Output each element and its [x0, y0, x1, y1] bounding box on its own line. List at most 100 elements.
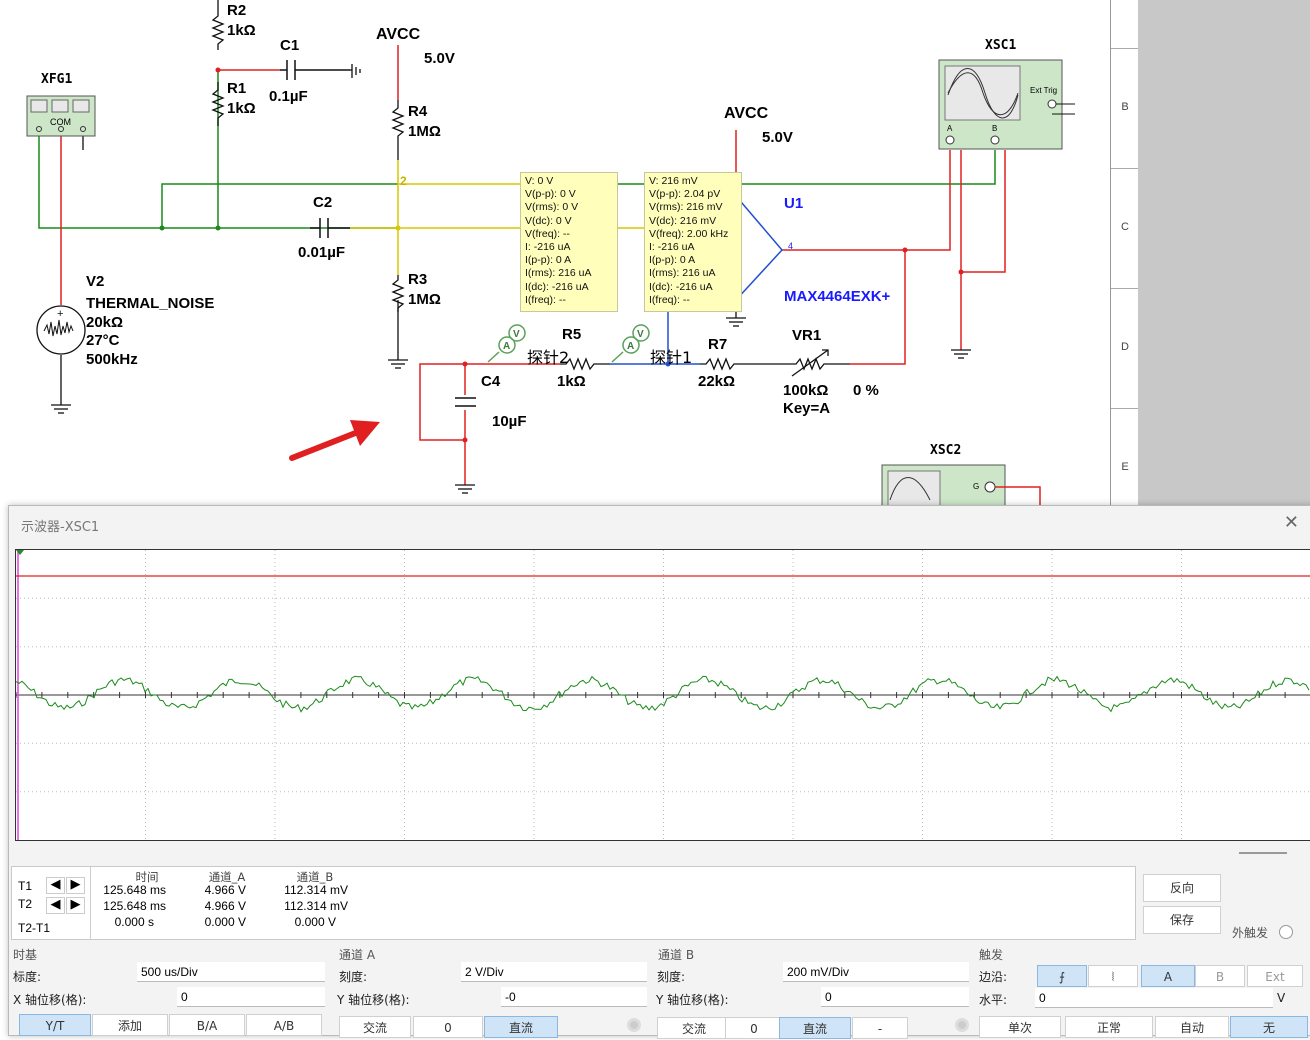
channel-b-minus-button[interactable]: - [852, 1017, 908, 1039]
scope-display[interactable] [15, 549, 1310, 841]
trigger-edge-label: 边沿: [979, 970, 1008, 984]
probe-2-readout-line: I(freq): -- [525, 293, 566, 306]
probe-1-readout-line: V(freq): 2.00 kHz [649, 227, 729, 240]
t1-channel-a: 4.966 V [204, 883, 246, 897]
probe-2-readout-line: I: -216 uA [525, 241, 571, 254]
r5-value: 1kΩ [557, 373, 586, 390]
channel-a-y-position-field[interactable]: -0 [501, 987, 647, 1007]
xsc1-a-label: A [947, 124, 953, 133]
channel-a-scale-field[interactable]: 2 V/Div [461, 962, 647, 982]
channel-b-title: 通道 B [658, 948, 695, 962]
oscilloscope-xsc2-icon [881, 464, 1041, 510]
u1-pin-4: 4 [788, 241, 794, 251]
probe-1-readout-line: I: -216 uA [649, 241, 695, 254]
c1-name: C1 [280, 37, 300, 54]
channel-b-y-position-field[interactable]: 0 [821, 987, 969, 1007]
probe-2-readout-line: I(rms): 216 uA [525, 267, 592, 280]
channel-b-y-position-label: Y 轴位移(格): [656, 993, 729, 1007]
t2-left-arrow-icon[interactable]: ◀ [46, 897, 65, 914]
x-position-field[interactable]: 0 [177, 987, 325, 1007]
trigger-level-label: 水平: [979, 993, 1008, 1007]
trigger-normal-button[interactable]: 正常 [1065, 1016, 1153, 1038]
oscilloscope-xsc1-icon [938, 59, 1075, 150]
v2-resistance: 20kΩ [86, 314, 124, 331]
t2-t1-time: 0.000 s [114, 915, 154, 929]
probe-2-label: 探针2 [527, 348, 570, 367]
close-icon[interactable]: ✕ [1284, 512, 1299, 533]
trigger-none-button[interactable]: 无 [1230, 1016, 1308, 1038]
probe-1-readout-line: I(rms): 216 uA [649, 267, 716, 280]
probe-1-label: 探针1 [650, 348, 693, 367]
sheet-border-ruler: B C D E [1110, 0, 1139, 510]
probe-2-readout-line: V(rms): 0 V [525, 201, 579, 214]
probe-1-readout-line: V(p-p): 2.04 pV [649, 188, 721, 201]
probe-2-readout: V: 0 V V(p-p): 0 V V(rms): 0 V V(dc): 0 V V(… [520, 172, 618, 312]
scope-scrollbar[interactable] [1239, 852, 1287, 854]
svg-text:A: A [503, 341, 510, 352]
rising-edge-icon[interactable]: ⨍ [1037, 965, 1087, 987]
channel-a-color-indicator [627, 1018, 641, 1032]
avcc1-value: 5.0V [424, 50, 455, 67]
channel-a-dc-button[interactable]: 直流 [484, 1016, 558, 1038]
t1-time: 125.648 ms [103, 883, 166, 897]
t2-t1-channel-b: 0.000 V [294, 915, 336, 929]
c1-value: 0.1µF [269, 88, 308, 105]
probe-2-readout-line: V(dc): 0 V [525, 214, 572, 227]
ruler-label-d: D [1121, 341, 1129, 353]
probe-2-readout-line: V(p-p): 0 V [525, 188, 576, 201]
schematic-canvas[interactable]: + A V A V R2 1kΩ C1 0.1µF R1 1kΩ AVCC 5.… [0, 0, 1310, 510]
oscilloscope-window[interactable]: 示波器-XSC1 ✕ 时间 通道_A 通道_B T1 ◀ ▶ 125.648 m… [8, 505, 1310, 1039]
channel-a-ac-button[interactable]: 交流 [339, 1016, 411, 1038]
probe-1-readout-line: I(p-p): 0 A [649, 254, 696, 267]
t2-right-arrow-icon[interactable]: ▶ [66, 897, 85, 914]
r1-value: 1kΩ [227, 100, 256, 117]
trigger-auto-button[interactable]: 自动 [1155, 1016, 1229, 1038]
mode-add-button[interactable]: 添加 [92, 1014, 168, 1036]
mode-ab-button[interactable]: A/B [246, 1014, 322, 1036]
mode-yt-button[interactable]: Y/T [19, 1014, 91, 1036]
xfg1-name: XFG1 [41, 72, 73, 87]
falling-edge-icon[interactable]: ⦚ [1088, 965, 1138, 987]
u1-name: U1 [784, 195, 804, 212]
reverse-button[interactable]: 反向 [1143, 874, 1221, 902]
t1-left-arrow-icon[interactable]: ◀ [46, 877, 65, 894]
cursor-readout-panel: 时间 通道_A 通道_B T1 ◀ ▶ 125.648 ms 4.966 V 1… [11, 866, 1136, 940]
channel-b-scale-field[interactable]: 200 mV/Div [783, 962, 969, 982]
ext-trigger-radio[interactable] [1279, 925, 1293, 939]
node-2-label: 2 [400, 174, 407, 188]
channel-b-trace [15, 675, 1310, 713]
scope-titlebar[interactable]: 示波器-XSC1 ✕ [9, 506, 1310, 542]
workspace-background [1138, 0, 1310, 510]
save-button[interactable]: 保存 [1143, 906, 1221, 934]
timebase-scale-field[interactable]: 500 us/Div [137, 962, 325, 982]
vr1-name: VR1 [792, 327, 822, 344]
x-position-label: X 轴位移(格): [13, 993, 87, 1007]
channel-a-y-position-label: Y 轴位移(格): [337, 993, 410, 1007]
channel-a-zero-button[interactable]: 0 [413, 1016, 483, 1038]
trigger-level-field[interactable]: 0 [1035, 988, 1273, 1008]
probe-2-readout-line: I(p-p): 0 A [525, 254, 572, 267]
mode-ba-button[interactable]: B/A [169, 1014, 245, 1036]
ruler-label-c: C [1121, 221, 1129, 233]
trigger-source-b-button[interactable]: B [1195, 965, 1245, 987]
xsc1-b-label: B [992, 124, 998, 133]
thermal-noise-source: + [36, 305, 86, 355]
t1-right-arrow-icon[interactable]: ▶ [66, 877, 85, 894]
vr1-key: Key=A [783, 400, 831, 417]
channel-a-title: 通道 A [339, 948, 376, 962]
channel-b-zero-button[interactable]: 0 [725, 1017, 783, 1039]
r5-name: R5 [562, 326, 582, 343]
channel-b-dc-button[interactable]: 直流 [779, 1017, 851, 1039]
trigger-single-button[interactable]: 单次 [979, 1016, 1061, 1038]
trigger-source-a-button[interactable]: A [1141, 965, 1195, 987]
channel-b-ac-button[interactable]: 交流 [657, 1017, 731, 1039]
trigger-source-ext-button[interactable]: Ext [1247, 965, 1303, 987]
t2-t1-label: T2-T1 [18, 921, 51, 935]
r7-name: R7 [708, 336, 728, 353]
cursor-t1-handle[interactable] [16, 550, 24, 555]
ext-trigger-label: 外触发 [1232, 926, 1269, 940]
t2-label: T2 [18, 897, 33, 911]
vr1-percent: 0 % [853, 382, 879, 399]
probe-2-readout-line: V: 0 V [525, 175, 554, 187]
avcc2-name: AVCC [724, 105, 769, 122]
